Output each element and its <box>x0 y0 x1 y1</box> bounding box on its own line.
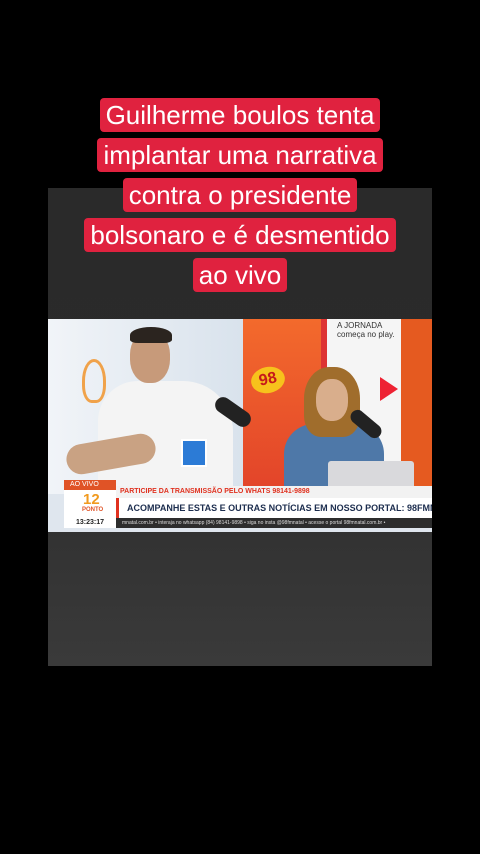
screen: { "caption": { "lines": [ "Guilherme bou… <box>0 0 480 854</box>
studio-slogan-line1: A JORNADA <box>337 321 383 330</box>
program-logo-number: 12 <box>83 491 100 508</box>
caption-line-5: ao vivo <box>192 258 288 292</box>
video-frame[interactable]: 98 A JORNADA começa no play. AO VIVO 12 … <box>48 319 432 532</box>
play-icon <box>380 377 398 401</box>
caption-line-3: contra o presidente <box>122 178 358 212</box>
guest-hair <box>130 327 172 343</box>
video-caption: Guilherme boulos tenta implantar uma nar… <box>40 95 440 295</box>
ticker-top: PARTICIPE DA TRANSMISSÃO PELO WHATS 9814… <box>116 486 432 498</box>
live-label: AO VIVO <box>64 480 116 490</box>
caption-line-4: bolsonaro e é desmentido <box>84 218 396 252</box>
lower-third: AO VIVO 12 PONTO 13:23:17 PARTICIPE DA T… <box>48 480 432 532</box>
studio-slogan-line2: começa no play. <box>337 330 395 339</box>
program-logo-name: PONTO <box>82 507 104 513</box>
ticker-bottom: mnatal.com.br • interaja no whatsapp (84… <box>116 518 432 528</box>
studio-slogan: A JORNADA começa no play. <box>337 321 395 339</box>
ticker-main: ACOMPANHE ESTAS E OUTRAS NOTÍCIAS EM NOS… <box>116 498 432 518</box>
host-face <box>316 379 348 421</box>
caption-line-1: Guilherme boulos tenta <box>99 98 381 132</box>
lamp-decoration <box>82 359 106 403</box>
live-clock: 13:23:17 <box>64 518 116 528</box>
caption-line-2: implantar uma narrativa <box>97 138 383 172</box>
campaign-badge <box>181 439 207 467</box>
program-logo: 12 PONTO <box>64 490 116 518</box>
